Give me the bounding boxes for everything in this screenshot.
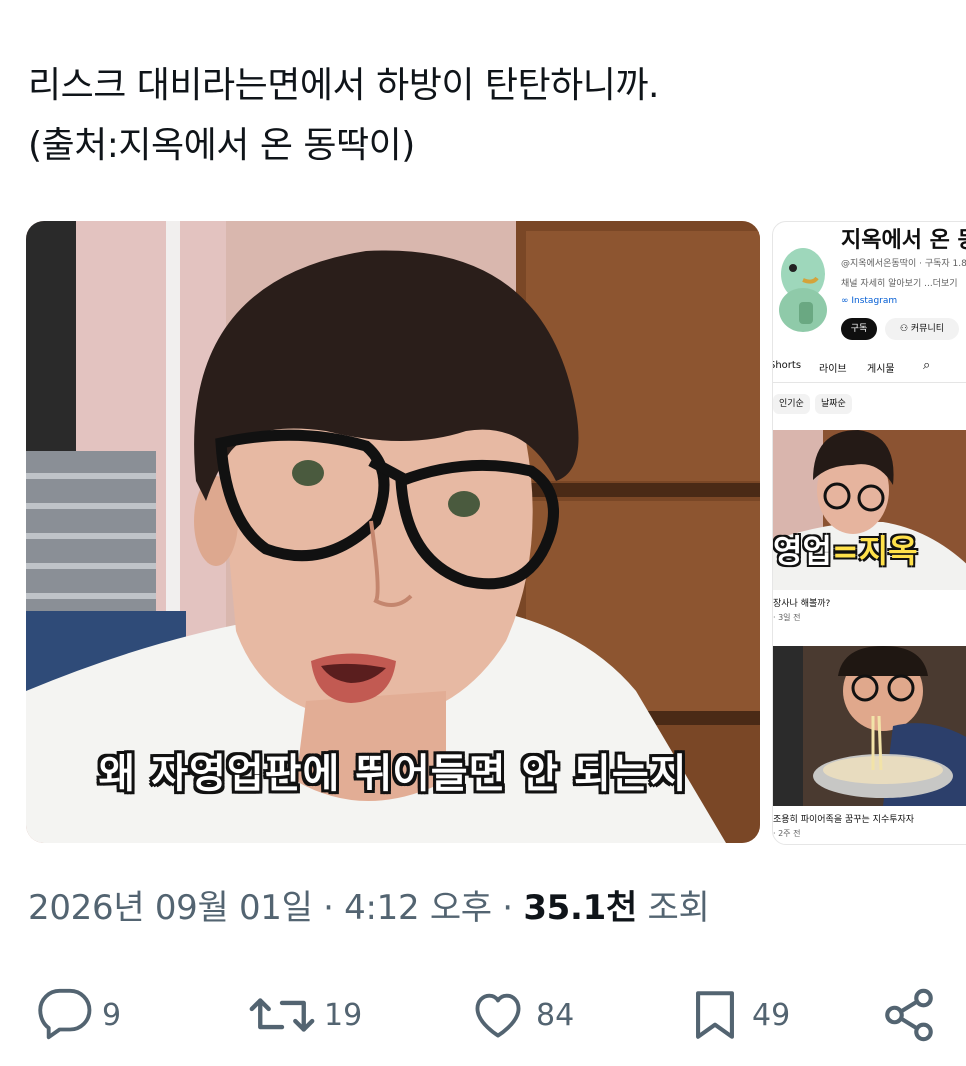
share-button[interactable] [880,985,938,1045]
meta-separator: · [312,888,345,928]
reply-count: 9 [102,997,122,1033]
chip-date: 날짜순 [815,394,852,414]
community-icon: ⚇ [899,324,911,334]
tweet-text: 리스크 대비라는면에서 하방이 탄탄하니까. (출처:지옥에서 온 동딱이) [28,56,948,176]
search-icon: ⌕ [923,358,931,373]
tab-posts: 게시물 [867,364,895,375]
channel-handle: @지옥에서온동딱이 · 구독자 1.8 [841,259,966,269]
tweet-meta: 2026년 09월 01일 · 4:12 오후 · 35.1천 조회 [28,880,710,929]
tweet-actions: 9 19 84 49 [0,985,966,1045]
view-count[interactable]: 35.1천 [523,888,637,928]
meta-separator-2: · [491,888,524,928]
heart-icon [475,993,521,1038]
bookmark-button[interactable]: 49 [686,985,790,1045]
community-button: ⚇ 커뮤니티 [885,318,959,340]
video-title-2: 조용히 파이어족을 꿈꾸는 지수투자자 [773,815,915,825]
tweet-line-2: (출처:지옥에서 온 동딱이) [28,125,415,166]
share-icon [885,988,933,1042]
video-meta-2: · 2주 전 [773,829,801,838]
tab-divider [773,382,966,383]
media-carousel[interactable]: 왜 자영업판에 뛰어들면 안 되는지 지옥에서 온 동 @지옥에서온동딱이 · … [26,221,966,845]
like-button[interactable]: 84 [468,985,574,1045]
tweet-time: 4:12 오후 [344,888,492,928]
video-subtitle-caption: 왜 자영업판에 뛰어들면 안 되는지 [98,751,688,797]
like-count: 84 [536,997,575,1033]
reply-icon [38,988,92,1040]
video-thumbnail-1: 영업=지옥 [773,430,966,590]
thumbnail-caption-b: =지옥 [831,532,918,570]
subscribe-button: 구독 [841,318,877,340]
tweet-date: 2026년 09월 01일 [28,888,313,928]
channel-avatar-icon [779,248,827,332]
thumbnail-image-2 [773,646,966,806]
thumbnail-caption-a: 영업 [773,532,832,570]
retweet-count: 19 [324,997,363,1033]
video-title-1: 장사나 해볼까? [773,599,831,609]
bookmark-count: 49 [752,997,791,1033]
channel-description: 채널 자세히 알아보기 ...더보기 [841,279,958,289]
community-label: 커뮤니티 [910,324,945,334]
tab-shorts: Shorts [772,360,802,371]
retweet-button[interactable]: 19 [248,985,362,1045]
bookmark-icon [696,991,734,1039]
channel-tabs: Shorts 라이브 게시물 ⌕ [772,358,966,382]
media-image-youtube-screenshot[interactable]: 지옥에서 온 동 @지옥에서온동딱이 · 구독자 1.8 채널 자세히 알아보기… [772,221,966,845]
chip-popular: 인기순 [773,394,810,414]
retweet-icon [249,998,315,1032]
media-image-main[interactable]: 왜 자영업판에 뛰어들면 안 되는지 [26,221,760,843]
instagram-link: ∞ Instagram [841,296,898,306]
channel-title: 지옥에서 온 동 [841,228,966,253]
views-label: 조회 [636,888,710,928]
video-meta-1: · 3일 전 [773,613,801,622]
tweet-line-1: 리스크 대비라는면에서 하방이 탄탄하니까. [28,65,659,106]
thumbnail-caption: 영업=지옥 [773,526,918,572]
tab-live: 라이브 [819,364,847,375]
reply-button[interactable]: 9 [36,985,121,1045]
video-thumbnail-2 [773,646,966,806]
